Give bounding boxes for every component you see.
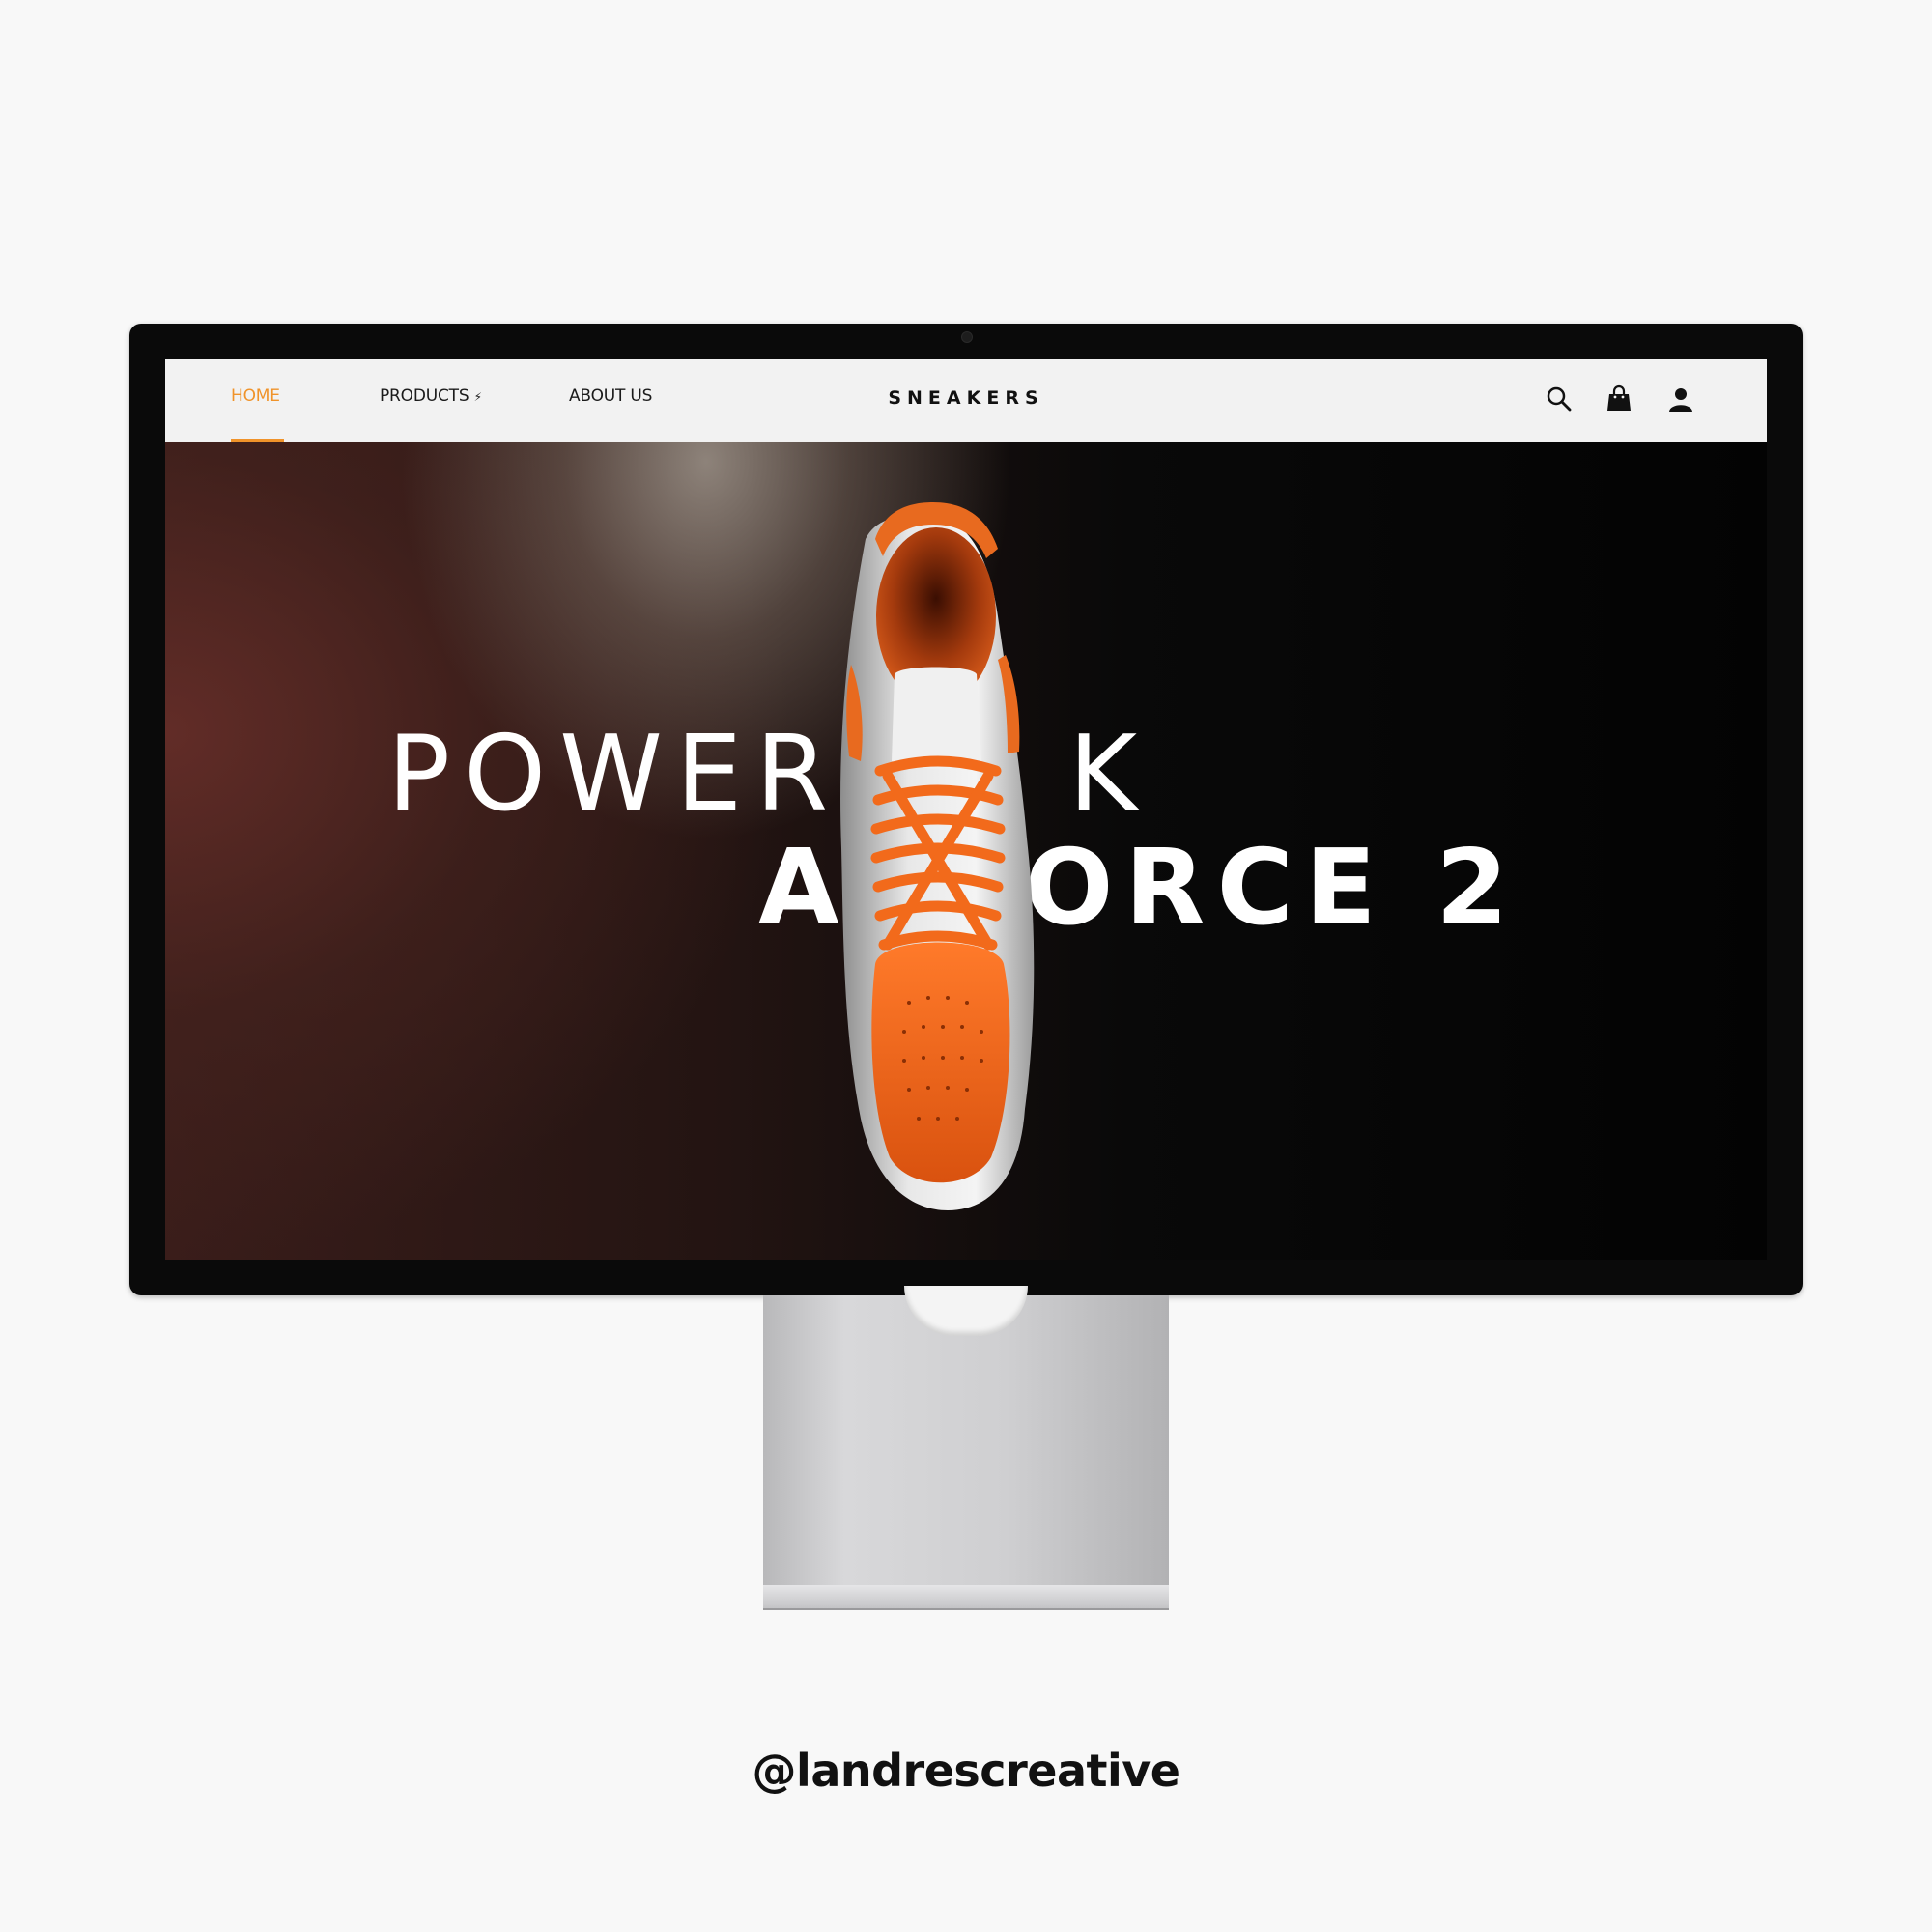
creator-handle: @landrescreative (752, 1745, 1180, 1797)
hero-title-line2-right: ORCE 2 (1024, 828, 1520, 949)
shopping-bag-icon[interactable] (1605, 384, 1634, 413)
camera-dot (961, 331, 973, 343)
screen: HOME PRODUCTS ⚡ ABOUT US SNEAKERS POWER … (165, 359, 1767, 1260)
monitor: HOME PRODUCTS ⚡ ABOUT US SNEAKERS POWER … (129, 324, 1803, 1295)
monitor-stand-foot (763, 1585, 1169, 1610)
top-navbar: HOME PRODUCTS ⚡ ABOUT US SNEAKERS (165, 359, 1767, 442)
stand-cable-hole (904, 1286, 1028, 1336)
hero-title-line1-left: POWER (387, 714, 842, 835)
hero-banner: POWER K A ORCE 2 (165, 442, 1767, 1260)
monitor-stand (763, 1286, 1169, 1585)
sneaker-image (840, 502, 1035, 1210)
brand-logo[interactable]: SNEAKERS (165, 387, 1767, 409)
search-icon[interactable] (1545, 384, 1574, 413)
user-icon[interactable] (1666, 384, 1695, 413)
